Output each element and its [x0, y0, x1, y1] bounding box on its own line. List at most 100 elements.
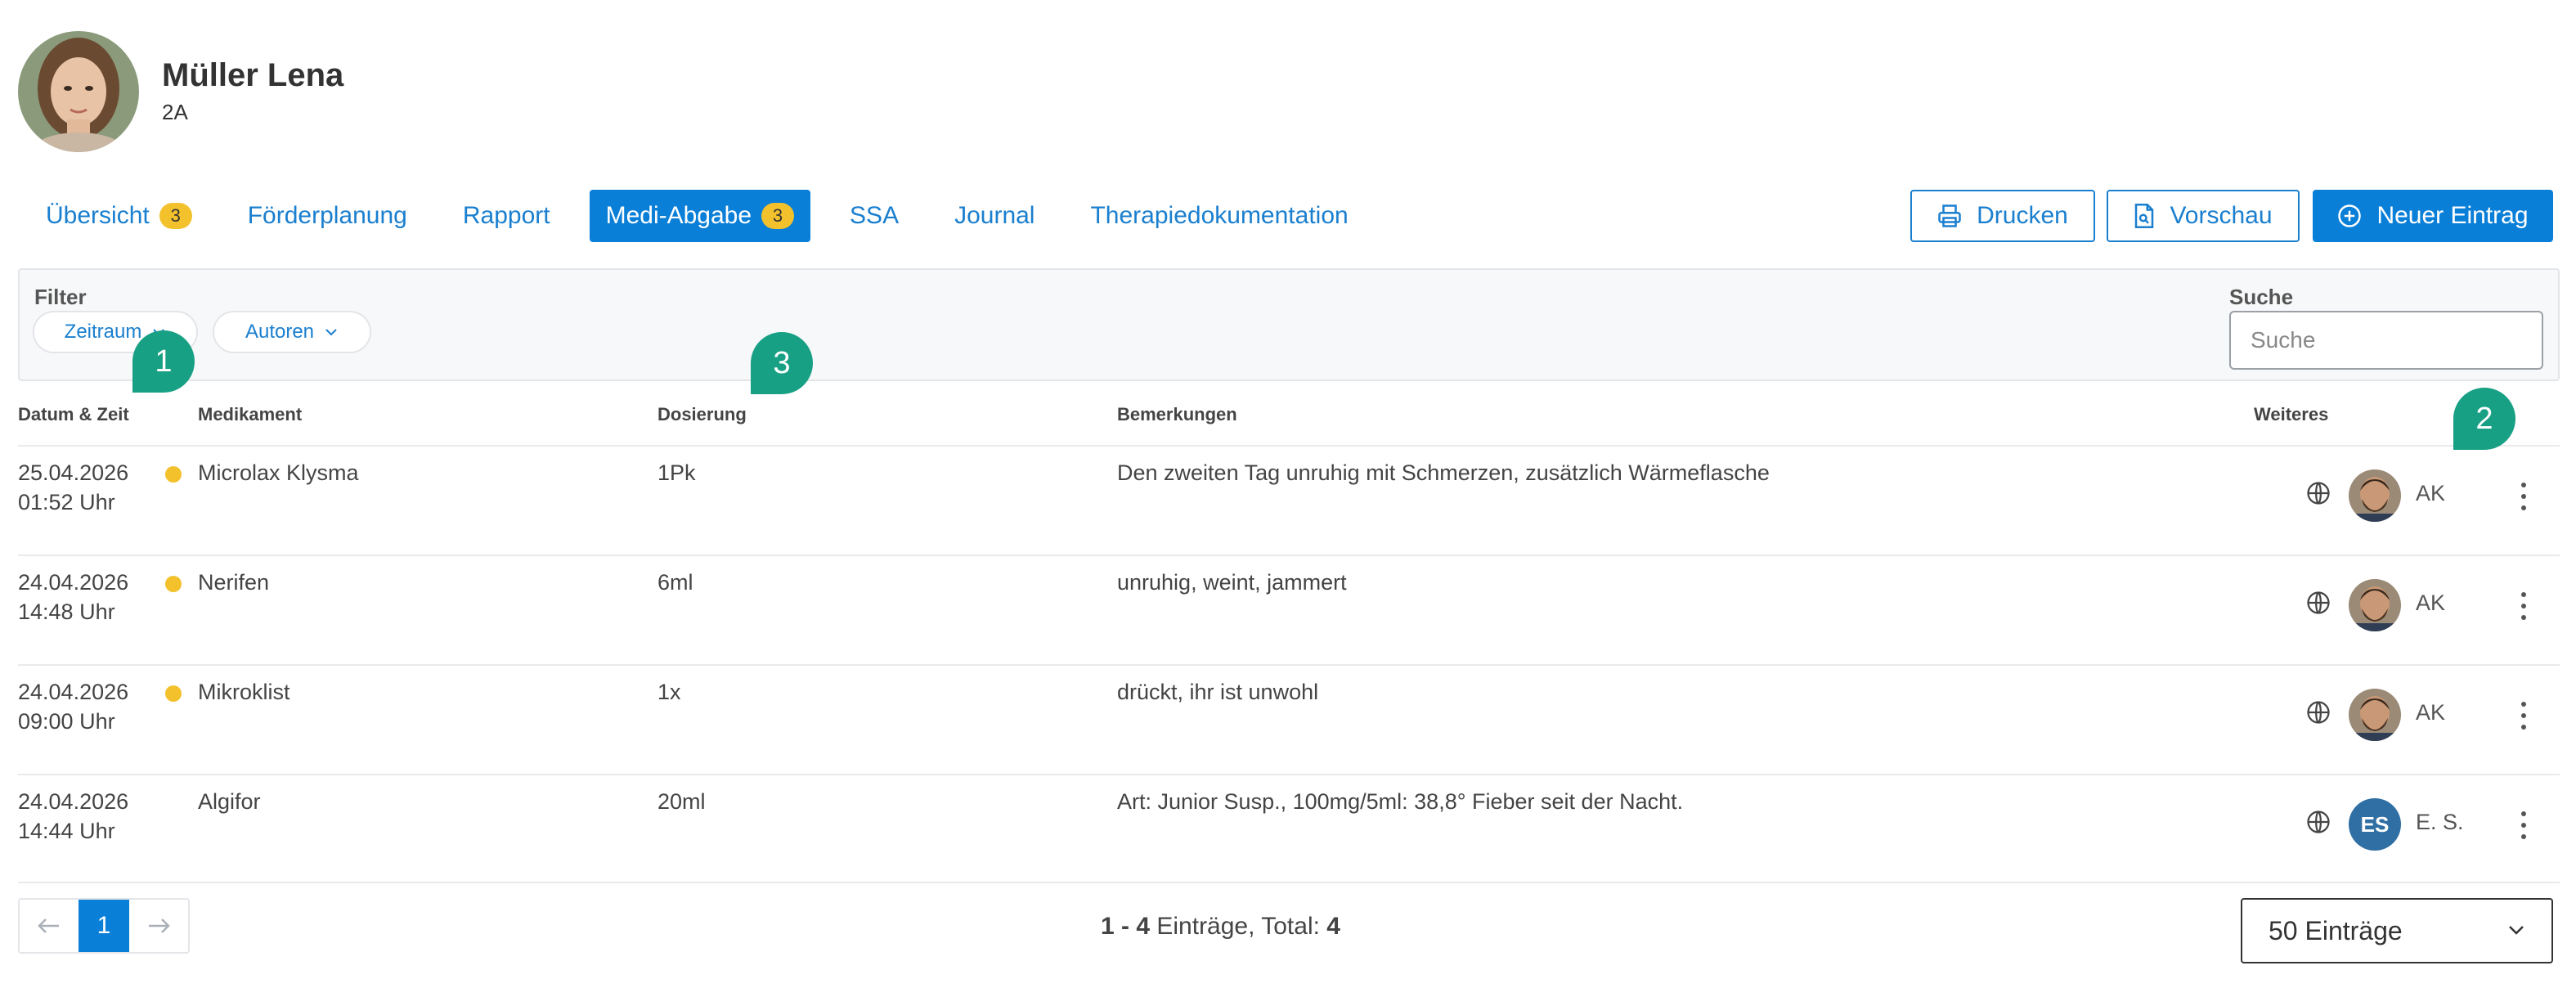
page-size-select[interactable]: 50 Einträge — [2241, 898, 2553, 963]
header-dosage: Dosierung — [657, 404, 747, 424]
entry-dosage: 1Pk — [657, 460, 696, 485]
student-class: 2A — [162, 100, 188, 124]
author-avatar — [2349, 689, 2401, 741]
period-filter-label: Zeitraum — [64, 321, 142, 343]
author-name: AK — [2416, 591, 2446, 615]
chevron-down-icon — [325, 329, 337, 336]
arrow-right-icon — [149, 918, 170, 933]
preview-label: Vorschau — [2170, 202, 2273, 229]
header-remarks: Bemerkungen — [1117, 404, 1237, 424]
pagination: 1 — [18, 898, 190, 954]
page-button-current[interactable]: 1 — [79, 900, 129, 952]
annotation-marker-3: 3 — [751, 332, 813, 394]
print-button[interactable]: Drucken — [1910, 190, 2095, 242]
globe-icon — [2307, 591, 2330, 614]
more-options-icon[interactable] — [2514, 811, 2533, 839]
author-avatar — [2349, 469, 2401, 522]
entries-text: Einträge, Total: — [1156, 913, 1320, 940]
preview-button[interactable]: Vorschau — [2107, 190, 2300, 242]
tab-label: Therapiedokumentation — [1090, 202, 1349, 229]
table-row: 24.04.2026 09:00 Uhr Mikroklist 1x drück… — [18, 664, 2560, 774]
student-name: Müller Lena — [162, 57, 344, 93]
entry-medication: Nerifen — [198, 570, 270, 595]
table-row: 24.04.2026 14:48 Uhr Nerifen 6ml unruhig… — [18, 555, 2560, 664]
entry-time: 01:52 Uhr — [18, 490, 115, 514]
tab-medi-abgabe[interactable]: Medi-Abgabe 3 — [589, 190, 811, 242]
previous-page-button[interactable] — [20, 900, 77, 952]
author-initials-avatar: ES — [2349, 798, 2401, 851]
filter-label: Filter — [34, 285, 87, 309]
status-dot — [165, 466, 182, 483]
header-medication: Medikament — [198, 404, 303, 424]
author-name: AK — [2416, 481, 2446, 505]
more-options-icon[interactable] — [2514, 592, 2533, 620]
entry-time: 09:00 Uhr — [18, 709, 115, 734]
entry-date: 25.04.2026 — [18, 460, 129, 485]
printer-icon — [1938, 204, 1961, 227]
tab-label: Rapport — [462, 202, 550, 229]
entries-summary: 1 - 4 Einträge, Total: 4 — [1101, 913, 1340, 941]
search-label: Suche — [2229, 285, 2294, 309]
search-input[interactable] — [2229, 311, 2543, 370]
entry-date: 24.04.2026 — [18, 789, 129, 814]
annotation-marker-2: 2 — [2453, 388, 2515, 450]
tab-rapport[interactable]: Rapport — [447, 190, 567, 242]
entries-total: 4 — [1326, 913, 1340, 940]
status-dot — [165, 576, 182, 592]
entry-date: 24.04.2026 — [18, 680, 129, 704]
new-entry-label: Neuer Eintrag — [2376, 202, 2529, 229]
globe-icon — [2307, 811, 2330, 833]
filter-bar: Filter Zeitraum Autoren Suche — [18, 268, 2560, 381]
entry-medication: Mikroklist — [198, 680, 290, 704]
chevron-down-icon — [2509, 926, 2524, 935]
tab-label: SSA — [850, 202, 900, 229]
status-dot — [165, 685, 182, 702]
globe-icon — [2307, 482, 2330, 505]
authors-filter-chip[interactable]: Autoren — [213, 311, 371, 353]
header-datetime: Datum & Zeit — [18, 404, 129, 424]
entry-time: 14:48 Uhr — [18, 600, 115, 624]
more-options-icon[interactable] — [2514, 702, 2533, 730]
author-avatar — [2349, 579, 2401, 631]
entry-remarks: Art: Junior Susp., 100mg/5ml: 38,8° Fieb… — [1117, 789, 1684, 814]
tab-journal[interactable]: Journal — [938, 190, 1051, 242]
entry-remarks: Den zweiten Tag unruhig mit Schmerzen, z… — [1117, 460, 1770, 485]
tab-ssa[interactable]: SSA — [833, 190, 915, 242]
table-row: 24.04.2026 14:44 Uhr Algifor 20ml Art: J… — [18, 774, 2560, 883]
student-avatar — [18, 31, 139, 152]
page-size-value: 50 Einträge — [2269, 915, 2403, 945]
entry-time: 14:44 Uhr — [18, 819, 115, 843]
tab-foerderplanung[interactable]: Förderplanung — [231, 190, 424, 242]
table-row: 25.04.2026 01:52 Uhr Microlax Klysma 1Pk… — [18, 445, 2560, 555]
entry-dosage: 20ml — [657, 789, 706, 814]
print-label: Drucken — [1977, 202, 2068, 229]
entry-medication: Algifor — [198, 789, 261, 814]
tab-therapiedokumentation[interactable]: Therapiedokumentation — [1074, 190, 1364, 242]
author-name: E. S. — [2416, 810, 2464, 834]
entries-range: 1 - 4 — [1101, 913, 1151, 940]
plus-circle-icon — [2338, 204, 2362, 227]
tab-label: Übersicht — [46, 202, 150, 229]
annotation-marker-1: 1 — [132, 330, 195, 393]
header-more: Weiteres — [2254, 404, 2329, 424]
entry-remarks: unruhig, weint, jammert — [1117, 570, 1347, 595]
entry-date: 24.04.2026 — [18, 570, 129, 595]
author-name: AK — [2416, 700, 2446, 725]
tab-label: Förderplanung — [247, 202, 407, 229]
globe-icon — [2307, 701, 2330, 724]
more-options-icon[interactable] — [2514, 483, 2533, 510]
tab-label: Medi-Abgabe — [605, 202, 752, 229]
document-preview-icon — [2135, 204, 2154, 228]
tab-label: Journal — [954, 202, 1035, 229]
entry-medication: Microlax Klysma — [198, 460, 359, 485]
tab-overview[interactable]: Übersicht 3 — [31, 190, 209, 242]
new-entry-button[interactable]: Neuer Eintrag — [2313, 190, 2553, 242]
authors-filter-label: Autoren — [245, 321, 315, 343]
entry-remarks: drückt, ihr ist unwohl — [1117, 680, 1319, 704]
next-page-button[interactable] — [131, 900, 188, 952]
count-badge: 3 — [761, 203, 795, 229]
entry-dosage: 6ml — [657, 570, 693, 595]
table-bottom-divider — [18, 882, 2560, 883]
count-badge: 3 — [159, 203, 192, 229]
entry-dosage: 1x — [657, 680, 681, 704]
